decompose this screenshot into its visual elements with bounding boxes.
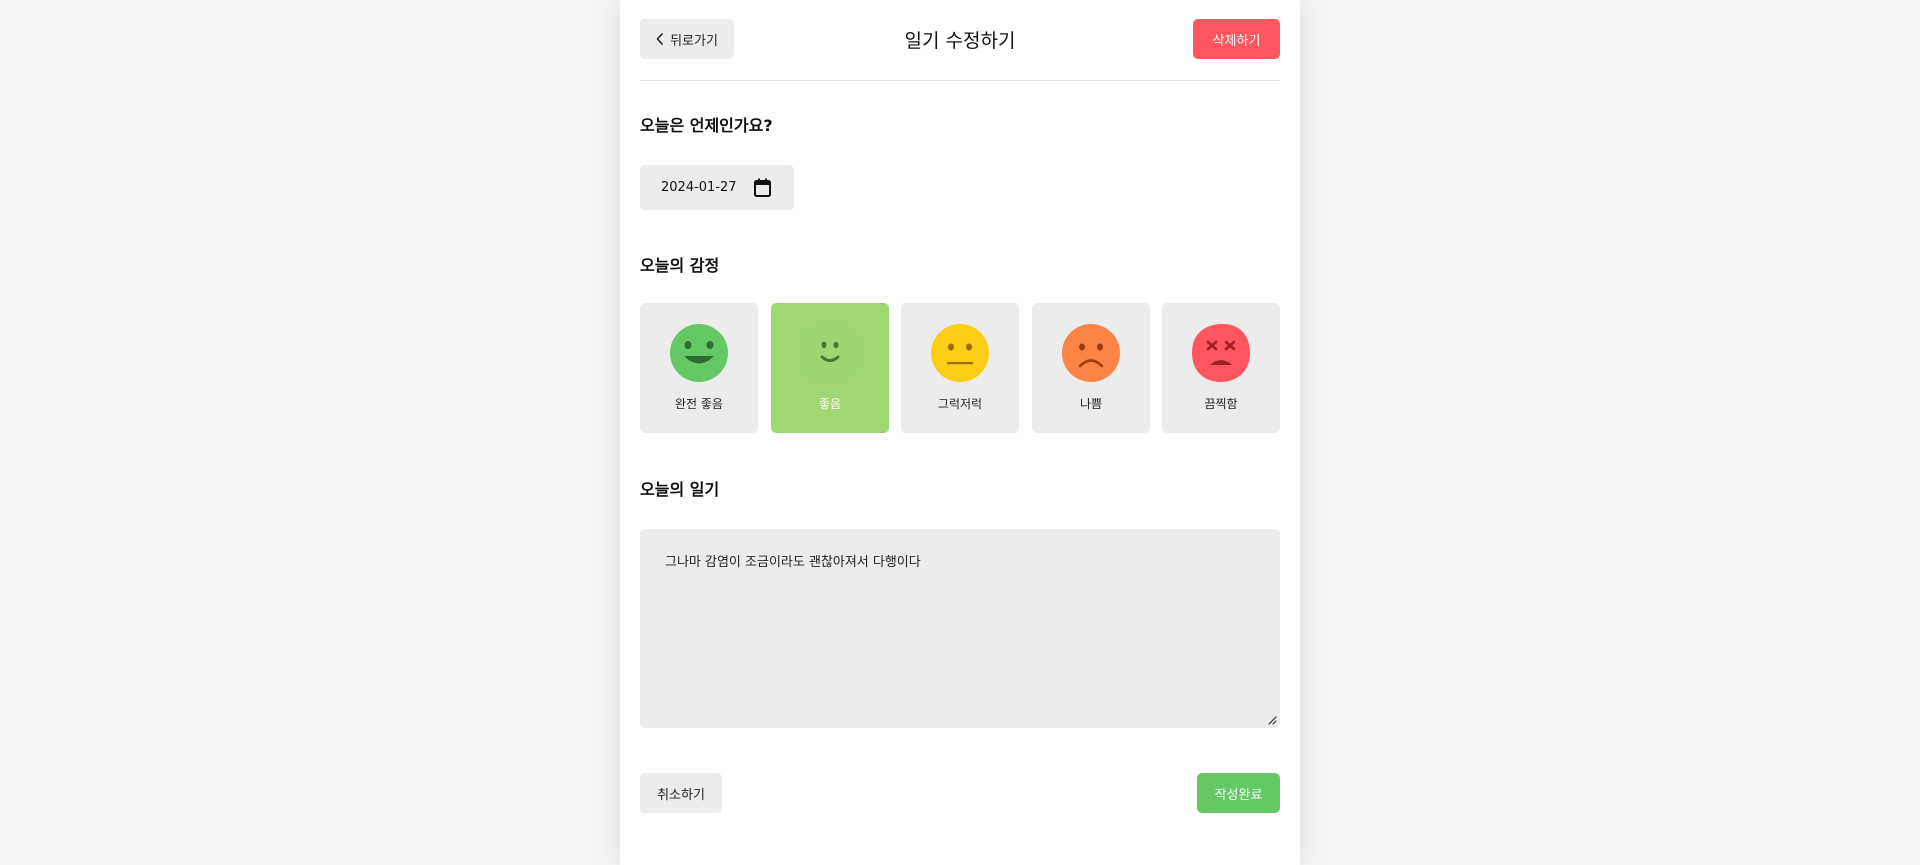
emotion-label: 좋음 (818, 397, 842, 411)
very-happy-face-icon (670, 324, 728, 382)
neutral-face-icon (931, 324, 989, 382)
emotion-label: 완전 좋음 (675, 397, 723, 411)
delete-button[interactable]: 삭제하기 (1193, 19, 1280, 59)
emotion-label: 끔찍함 (1204, 397, 1238, 411)
complete-button[interactable]: 작성완료 (1197, 773, 1280, 813)
emotion-label: 나쁨 (1079, 397, 1103, 411)
complete-button-label: 작성완료 (1214, 787, 1263, 803)
diary-editor: 뒤로가기 일기 수정하기 삭제하기 오늘은 언제인가요? 2024-01-27 … (620, 0, 1300, 865)
emotion-item-very-good[interactable]: 완전 좋음 (640, 303, 758, 433)
header: 뒤로가기 일기 수정하기 삭제하기 (640, 0, 1280, 81)
emotion-item-soso[interactable]: 그럭저럭 (901, 303, 1019, 433)
emotion-item-good[interactable]: 좋음 (771, 303, 889, 433)
resize-handle-icon[interactable] (1267, 715, 1277, 725)
diary-textarea[interactable]: 그나마 감염이 조금이라도 괜찮아져서 다행이다 (640, 529, 1280, 728)
diary-section-title: 오늘의 일기 (640, 480, 720, 499)
diary-content: 그나마 감염이 조금이라도 괜찮아져서 다행이다 (665, 555, 921, 570)
sad-face-icon (1062, 324, 1120, 382)
date-value: 2024-01-27 (661, 180, 737, 195)
happy-face-icon (801, 324, 859, 382)
emotion-section-title: 오늘의 감정 (640, 256, 720, 275)
cancel-button[interactable]: 취소하기 (640, 773, 722, 813)
delete-button-label: 삭제하기 (1212, 33, 1261, 49)
cancel-button-label: 취소하기 (657, 787, 705, 803)
emotion-list: 완전 좋음 좋음 그럭저럭 나쁨 끔찍함 (640, 303, 1280, 433)
page-title: 일기 수정하기 (904, 30, 1016, 52)
date-input[interactable]: 2024-01-27 (640, 165, 794, 210)
emotion-item-terrible[interactable]: 끔찍함 (1162, 303, 1280, 433)
calendar-icon[interactable] (754, 178, 771, 197)
date-section-title: 오늘은 언제인가요? (640, 116, 773, 135)
emotion-label: 그럭저럭 (937, 397, 983, 411)
emotion-item-bad[interactable]: 나쁨 (1032, 303, 1150, 433)
editor-content: 뒤로가기 일기 수정하기 삭제하기 오늘은 언제인가요? 2024-01-27 … (640, 0, 1280, 865)
terrible-face-icon (1192, 323, 1250, 382)
